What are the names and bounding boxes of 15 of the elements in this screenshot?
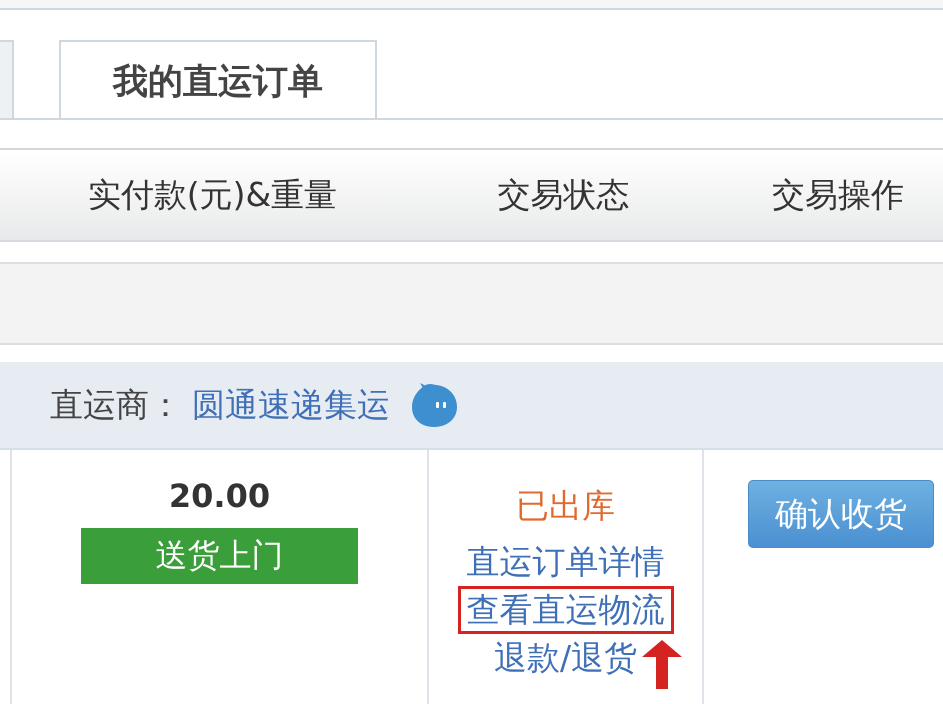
delivery-tag: 送货上门 xyxy=(81,528,358,584)
column-header: 实付款(元)&重量 xyxy=(88,174,338,216)
amount-text: 20.00 xyxy=(168,476,270,516)
provider-link[interactable]: 圆通速递集运 xyxy=(192,382,390,428)
status-text: 已出库 xyxy=(516,485,615,527)
column-header: 交易状态 xyxy=(498,174,630,216)
tab[interactable]: 我的直运订单 xyxy=(59,40,377,118)
order-link[interactable]: 查看直运物流 xyxy=(458,586,674,634)
column-header: 交易操作 xyxy=(772,174,904,216)
order-link[interactable]: 直运订单详情 xyxy=(458,538,674,586)
provider-label: 直运商： xyxy=(50,384,182,426)
up-arrow-icon xyxy=(642,640,682,689)
chat-icon[interactable] xyxy=(410,382,458,428)
confirm-receipt-button[interactable]: 确认收货 xyxy=(748,480,934,548)
order-link[interactable]: 退款/退货 xyxy=(484,634,646,682)
